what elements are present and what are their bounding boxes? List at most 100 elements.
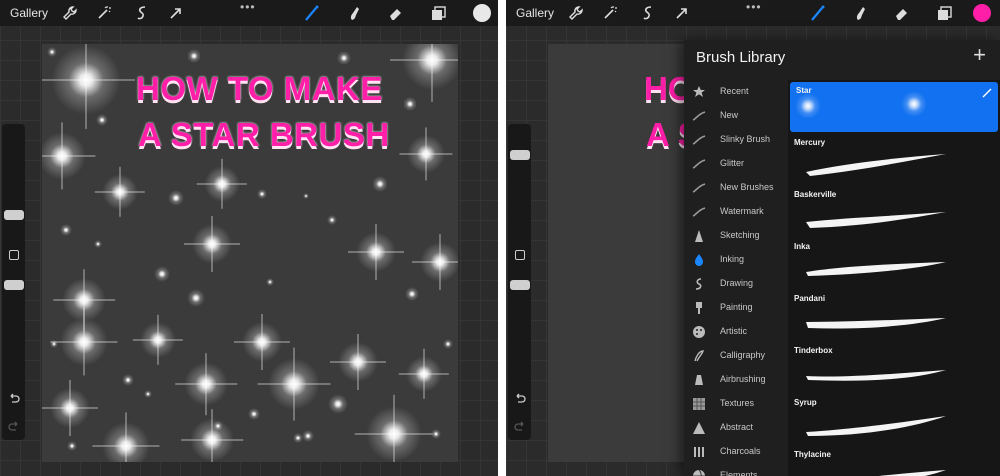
- brush-set-item[interactable]: Inking: [684, 250, 788, 272]
- brush-item[interactable]: Thylacine: [788, 446, 1000, 476]
- brush-set-label: Watermark: [720, 206, 764, 216]
- gallery-button[interactable]: Gallery: [516, 6, 554, 20]
- opacity-slider[interactable]: [510, 280, 530, 290]
- selection-icon[interactable]: [132, 3, 152, 23]
- drawing-canvas[interactable]: HOW TO MAKE A STAR BRUSH: [42, 44, 458, 462]
- brush-set-item[interactable]: Sketching: [684, 226, 788, 248]
- brush-set-item[interactable]: Abstract: [684, 418, 788, 440]
- color-swatch[interactable]: [473, 4, 491, 22]
- paint-brush-icon: [692, 301, 706, 315]
- smudge-icon[interactable]: [344, 3, 364, 23]
- star-sparkle: [102, 174, 138, 210]
- selection-icon[interactable]: [638, 3, 658, 23]
- star-sparkle: [366, 406, 422, 462]
- star-sparkle: [50, 340, 58, 348]
- star-sparkle: [407, 135, 445, 173]
- smudge-icon[interactable]: [850, 3, 870, 23]
- brush-set-label: Sketching: [720, 230, 760, 240]
- brush-item[interactable]: Syrup: [788, 394, 1000, 444]
- brush-set-item[interactable]: Calligraphy: [684, 346, 788, 368]
- brush-item[interactable]: Mercury: [788, 134, 1000, 184]
- star-sparkle: [328, 394, 348, 414]
- brush-set-label: Recent: [720, 86, 749, 96]
- brush-set-item[interactable]: Watermark: [684, 202, 788, 224]
- brush-list: Star Mercury Baskerville Inka Pandani Tinderb…: [788, 80, 1000, 476]
- brush-set-item[interactable]: Drawing: [684, 274, 788, 296]
- redo-icon[interactable]: [7, 420, 21, 434]
- layers-icon[interactable]: [428, 3, 448, 23]
- color-swatch[interactable]: [973, 4, 991, 22]
- star-sparkle: [67, 441, 77, 451]
- magic-wand-icon[interactable]: [94, 3, 114, 23]
- more-dots-icon[interactable]: •••: [746, 0, 762, 14]
- modify-button[interactable]: [515, 250, 525, 260]
- star-sparkle: [144, 390, 152, 398]
- star-sparkle: [60, 318, 108, 366]
- star-sparkle: [47, 47, 57, 57]
- modify-button[interactable]: [9, 250, 19, 260]
- top-toolbar: Gallery •••: [0, 0, 498, 26]
- brush-set-item[interactable]: Airbrushing: [684, 370, 788, 392]
- star-preview: [795, 93, 821, 119]
- wrench-icon[interactable]: [566, 3, 586, 23]
- globe-icon: [692, 469, 706, 476]
- charcoal-icon: [692, 445, 706, 459]
- brush-set-item[interactable]: Painting: [684, 298, 788, 320]
- star-sparkle: [337, 51, 351, 65]
- star-sparkle: [356, 232, 396, 272]
- layers-icon[interactable]: [934, 3, 954, 23]
- redo-icon[interactable]: [513, 420, 527, 434]
- star-sparkle: [187, 289, 205, 307]
- eraser-icon[interactable]: [386, 3, 406, 23]
- add-brush-button[interactable]: +: [973, 44, 986, 66]
- texture-icon: [692, 397, 706, 411]
- magic-wand-icon[interactable]: [600, 3, 620, 23]
- brush-set-item[interactable]: New Brushes: [684, 178, 788, 200]
- brush-set-item[interactable]: Charcoals: [684, 442, 788, 464]
- eraser-icon[interactable]: [892, 3, 912, 23]
- brush-stroke-preview: [802, 200, 950, 232]
- brush-item[interactable]: Baskerville: [788, 186, 1000, 236]
- brush-item[interactable]: Star: [790, 82, 998, 132]
- brush-item[interactable]: Inka: [788, 238, 1000, 288]
- star-sparkle: [242, 322, 282, 362]
- brush-stroke-preview: [802, 408, 950, 440]
- brush-library-title: Brush Library: [696, 49, 786, 66]
- brush-set-label: Drawing: [720, 278, 754, 288]
- star-sparkle: [122, 374, 134, 386]
- brush-set-item[interactable]: Recent: [684, 82, 788, 104]
- brush-name: Syrup: [794, 398, 817, 407]
- star-sparkle: [302, 430, 314, 442]
- brush-set-item[interactable]: Slinky Brush: [684, 130, 788, 152]
- pencil-tip-icon: [692, 229, 706, 243]
- brush-set-item[interactable]: Elements: [684, 466, 788, 476]
- brush-item[interactable]: Tinderbox: [788, 342, 1000, 392]
- brush-set-item[interactable]: Artistic: [684, 322, 788, 344]
- brush-size-slider[interactable]: [4, 210, 24, 220]
- star-sparkle: [268, 358, 320, 410]
- star-sparkle: [327, 215, 337, 225]
- wrench-icon[interactable]: [60, 3, 80, 23]
- brush-set-label: Artistic: [720, 326, 747, 336]
- opacity-slider[interactable]: [4, 280, 24, 290]
- transform-arrow-icon[interactable]: [166, 3, 186, 23]
- star-sparkle: [402, 44, 458, 90]
- left-sidebar: [508, 124, 531, 440]
- star-sparkle: [154, 266, 170, 282]
- more-dots-icon[interactable]: •••: [240, 0, 256, 14]
- brush-stroke-preview: [802, 252, 950, 284]
- undo-icon[interactable]: [513, 392, 527, 406]
- undo-icon[interactable]: [7, 392, 21, 406]
- brush-set-item[interactable]: Glitter: [684, 154, 788, 176]
- star-sparkle: [102, 422, 150, 462]
- brush-set-item[interactable]: New: [684, 106, 788, 128]
- brush-set-label: New: [720, 110, 739, 120]
- gallery-button[interactable]: Gallery: [10, 6, 48, 20]
- brush-icon[interactable]: [808, 3, 828, 23]
- brush-library-popover: Brush Library + Recent New Slinky Brush Gli…: [684, 40, 1000, 476]
- brush-icon[interactable]: [302, 3, 322, 23]
- brush-item[interactable]: Pandani: [788, 290, 1000, 340]
- brush-set-item[interactable]: Textures: [684, 394, 788, 416]
- brush-size-slider[interactable]: [510, 150, 530, 160]
- transform-arrow-icon[interactable]: [672, 3, 692, 23]
